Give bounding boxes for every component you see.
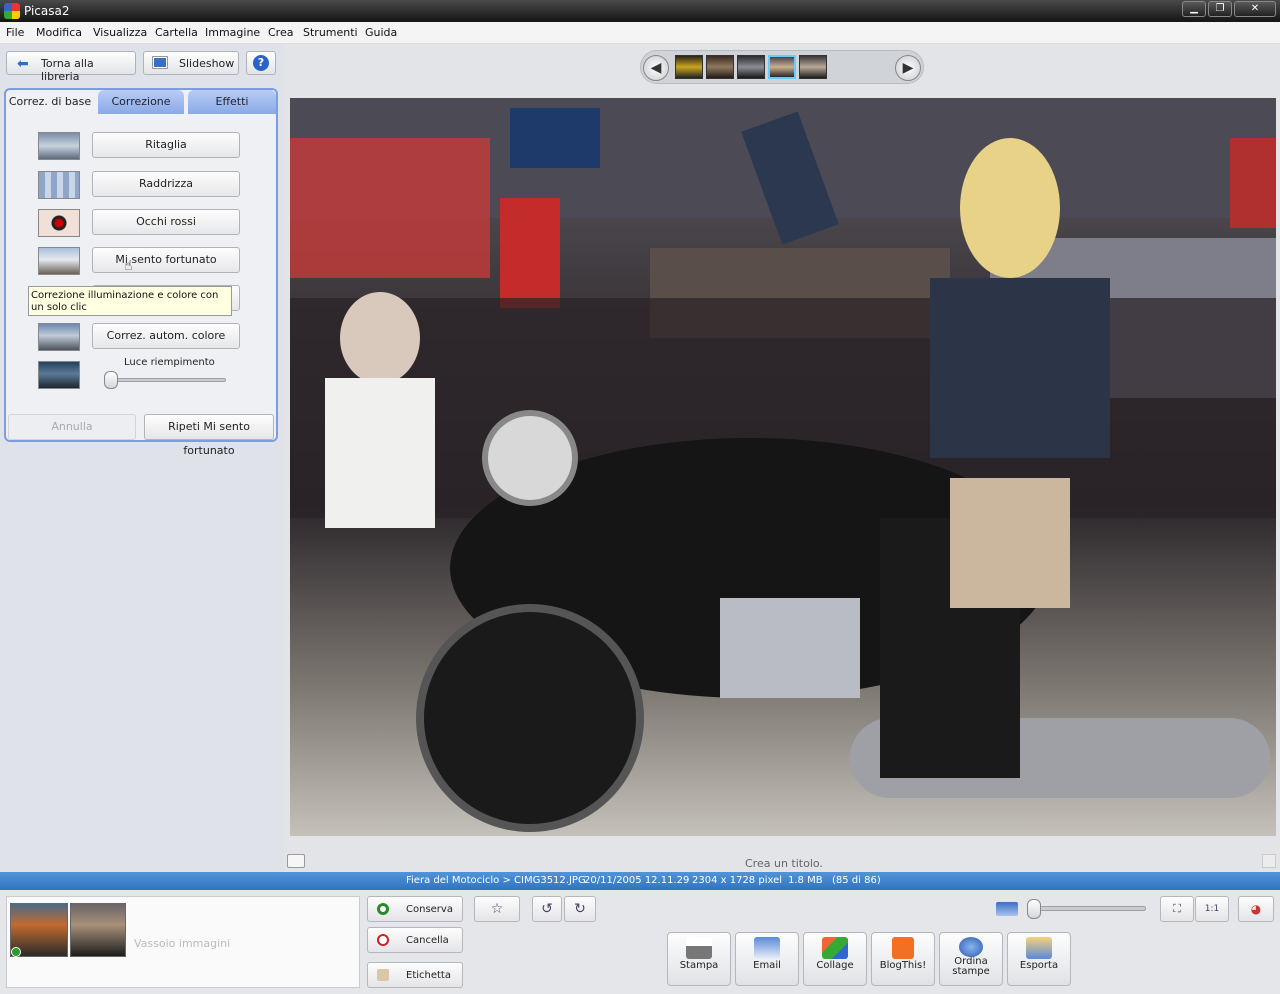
menu-visualizza[interactable]: Visualizza	[93, 26, 147, 39]
status-filesize: 1.8 MB	[788, 875, 823, 886]
undo-button[interactable]: Annulla	[8, 414, 136, 440]
fit-view-icon: ⛶	[1173, 902, 1181, 915]
filmstrip-thumb-selected[interactable]	[768, 55, 796, 79]
star-icon: ☆	[490, 901, 504, 917]
help-icon: ?	[253, 55, 269, 71]
status-position: (85 di 86)	[832, 875, 881, 886]
menu-bar: File Modifica Visualizza Cartella Immagi…	[0, 22, 1280, 44]
tray-check-icon	[11, 947, 21, 957]
print-button[interactable]: Stampa	[667, 932, 731, 986]
title-bar: Picasa2 ▁ ❐ ✕	[0, 0, 1280, 22]
export-button[interactable]: Esporta	[1007, 932, 1071, 986]
straighten-thumbnail-icon	[38, 171, 80, 199]
feeling-lucky-thumbnail-icon	[38, 247, 80, 275]
close-button[interactable]: ✕	[1234, 1, 1276, 17]
caption-trash-icon[interactable]	[1262, 854, 1276, 868]
fill-light-slider[interactable]	[104, 371, 118, 389]
collage-icon	[822, 937, 848, 959]
caption-input[interactable]: Crea un titolo.	[745, 857, 823, 870]
blogger-icon	[892, 937, 914, 959]
red-eye-button[interactable]: Occhi rossi	[92, 209, 240, 235]
window-controls: ▁ ❐ ✕	[1182, 1, 1276, 17]
redo-button[interactable]: Ripeti Mi sento fortunato	[144, 414, 274, 457]
export-icon	[1026, 937, 1052, 959]
actual-size-button[interactable]: 1:1	[1195, 896, 1229, 922]
menu-cartella[interactable]: Cartella	[155, 26, 198, 39]
maximize-button[interactable]: ❐	[1208, 1, 1232, 17]
crop-button[interactable]: Ritaglia	[92, 132, 240, 158]
menu-crea[interactable]: Crea	[268, 26, 293, 39]
color-picker-button[interactable]: ◕	[1238, 896, 1274, 922]
rotate-right-button[interactable]: ↻	[564, 896, 596, 922]
status-path: Fiera del Motociclo > CIMG3512.JPG	[406, 875, 586, 886]
globe-icon	[959, 937, 983, 957]
filmstrip-thumb[interactable]	[799, 55, 827, 79]
zoom-photo-icon	[996, 902, 1018, 916]
status-bar: Fiera del Motociclo > CIMG3512.JPG 20/11…	[0, 872, 1280, 890]
help-button[interactable]: ?	[246, 51, 276, 75]
rotate-left-button[interactable]: ↺	[532, 896, 562, 922]
fill-light-thumbnail-icon	[38, 361, 80, 389]
fill-light-slider-track[interactable]	[106, 378, 226, 382]
zoom-slider-track[interactable]	[1030, 906, 1146, 911]
fit-view-button[interactable]: ⛶	[1160, 896, 1194, 922]
main-photo[interactable]	[290, 98, 1276, 836]
actual-size-icon: 1:1	[1204, 904, 1220, 914]
rotate-left-icon: ↺	[541, 901, 553, 917]
filmstrip-thumb[interactable]	[706, 55, 734, 79]
back-arrow-icon: ⬅	[17, 56, 29, 72]
label-button[interactable]: Etichetta	[367, 962, 463, 988]
label-icon	[377, 969, 389, 981]
clear-icon	[377, 934, 389, 946]
slideshow-icon	[152, 56, 168, 69]
tray-label: Vassoio immagini	[134, 937, 231, 950]
minimize-button[interactable]: ▁	[1182, 1, 1206, 17]
picasa-app-icon	[4, 3, 20, 19]
order-prints-button[interactable]: Ordina stampe	[939, 932, 1003, 986]
filmstrip-thumb[interactable]	[675, 55, 703, 79]
photo-illustration	[290, 98, 1276, 832]
auto-color-button[interactable]: Correz. autom. colore	[92, 323, 240, 349]
feeling-lucky-button[interactable]: Mi sento fortunato	[92, 247, 240, 273]
clear-button[interactable]: Cancella	[367, 927, 463, 953]
red-eye-thumbnail-icon	[38, 209, 80, 237]
back-to-library-button[interactable]: ⬅ Torna alla libreria	[6, 51, 136, 83]
caption-icon[interactable]	[287, 854, 305, 868]
menu-immagine[interactable]: Immagine	[205, 26, 260, 39]
menu-strumenti[interactable]: Strumenti	[303, 26, 358, 39]
menu-modifica[interactable]: Modifica	[36, 26, 82, 39]
next-photo-button[interactable]: ▶	[895, 55, 921, 81]
slideshow-button[interactable]: Slideshow	[143, 51, 239, 75]
tab-basic-fixes[interactable]: Correz. di base	[6, 90, 94, 114]
hold-button[interactable]: Conserva	[367, 896, 463, 922]
status-dimensions: 2304 x 1728 pixel	[692, 875, 783, 886]
tab-tuning[interactable]: Correzione	[98, 90, 184, 114]
zoom-slider[interactable]	[1027, 899, 1041, 919]
menu-guida[interactable]: Guida	[365, 26, 397, 39]
color-wheel-icon: ◕	[1250, 902, 1262, 916]
email-icon	[754, 937, 780, 959]
rotate-right-icon: ↻	[574, 901, 586, 917]
crop-thumbnail-icon	[38, 132, 80, 160]
previous-photo-button[interactable]: ◀	[643, 55, 669, 81]
straighten-button[interactable]: Raddrizza	[92, 171, 240, 197]
filmstrip-thumb[interactable]	[737, 55, 765, 79]
printer-icon	[686, 937, 712, 959]
blogthis-button[interactable]: BlogThis!	[871, 932, 935, 986]
fill-light-label: Luce riempimento	[124, 357, 215, 368]
email-button[interactable]: Email	[735, 932, 799, 986]
hold-icon	[377, 903, 389, 915]
collage-button[interactable]: Collage	[803, 932, 867, 986]
auto-color-thumbnail-icon	[38, 323, 80, 351]
menu-file[interactable]: File	[6, 26, 24, 39]
tray-thumb[interactable]	[70, 903, 126, 957]
hand-cursor-icon: ☝	[124, 258, 133, 274]
status-datetime: 20/11/2005 12.11.29	[584, 875, 690, 886]
window-title: Picasa2	[24, 4, 70, 18]
tooltip: Correzione illuminazione e colore con un…	[28, 286, 232, 316]
star-button[interactable]: ☆	[474, 896, 520, 922]
tab-effects[interactable]: Effetti	[188, 90, 276, 114]
